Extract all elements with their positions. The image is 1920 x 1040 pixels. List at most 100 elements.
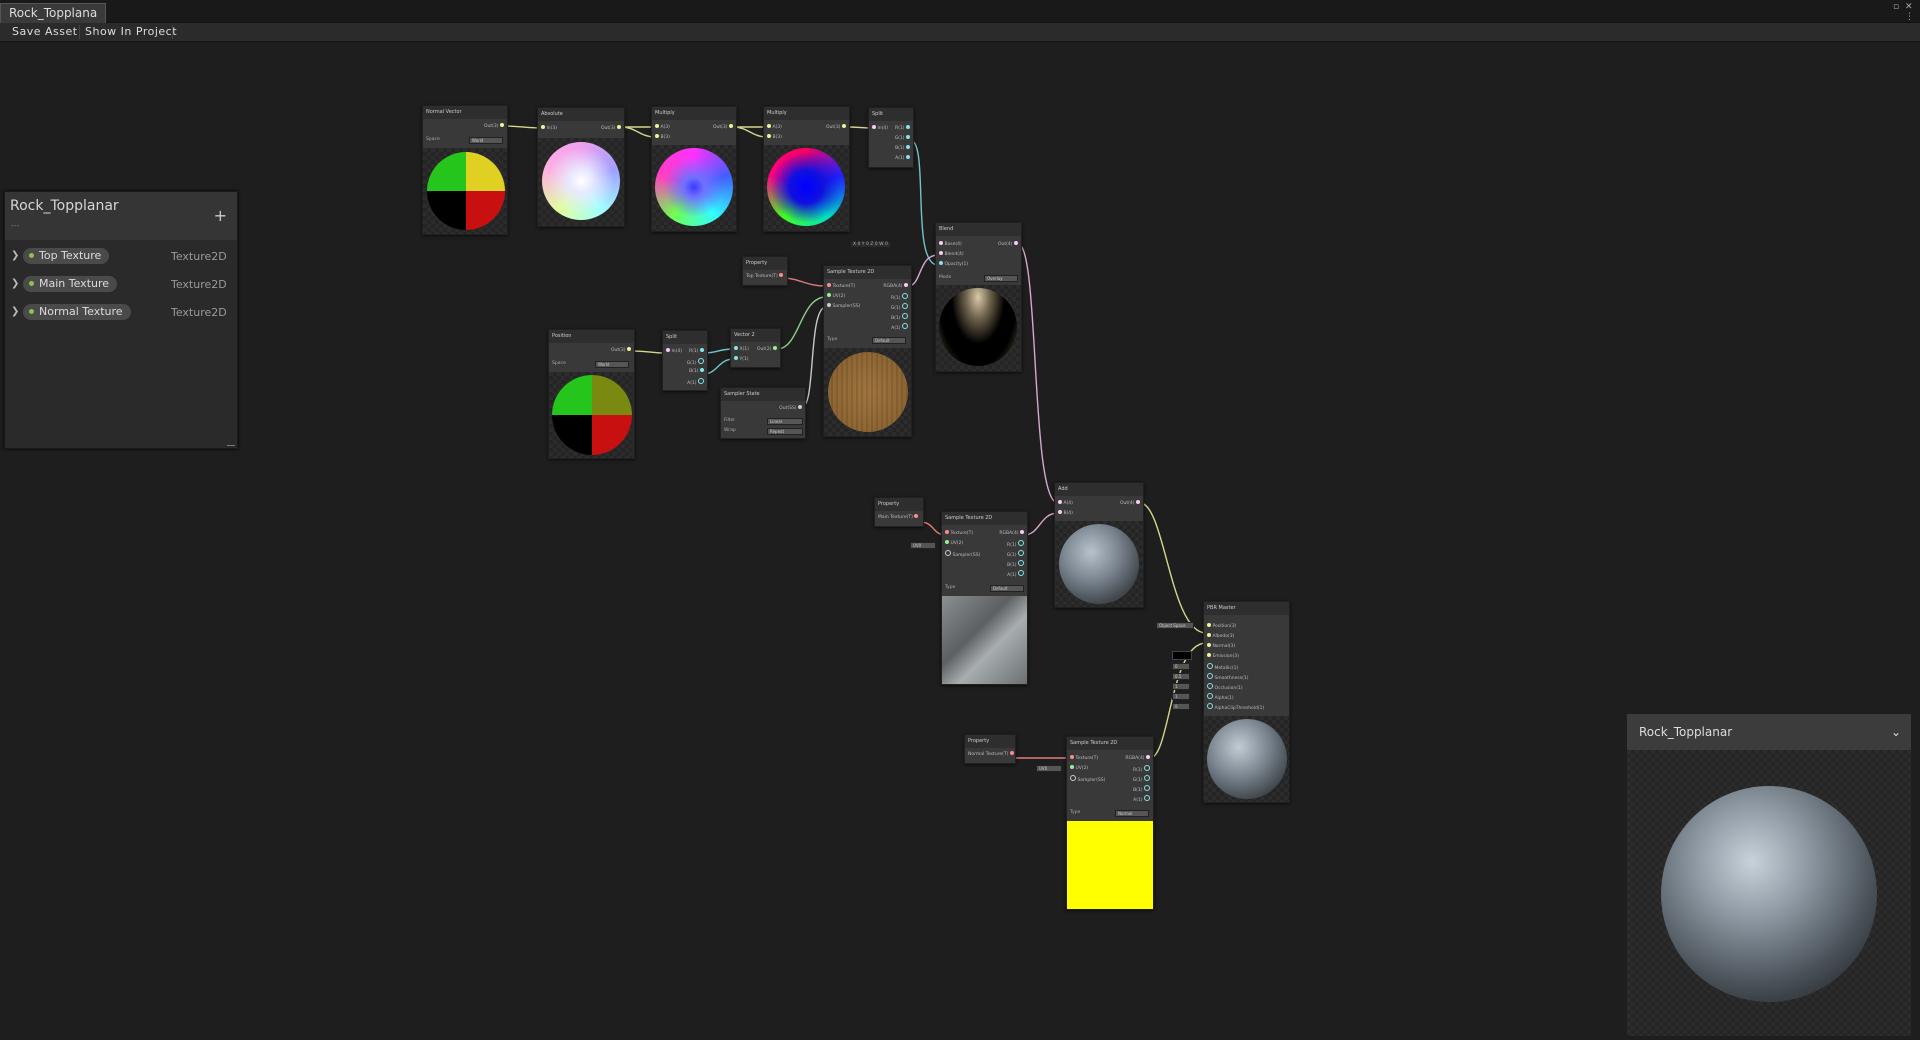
- input-port[interactable]: In(4): [666, 348, 682, 354]
- output-port-a[interactable]: A(1): [891, 323, 908, 331]
- node-pbr-master[interactable]: PBR Master Position(3) Albedo(3) Normal(…: [1203, 601, 1290, 803]
- resize-handle[interactable]: [227, 445, 235, 446]
- type-dropdown[interactable]: Default: [990, 585, 1024, 592]
- output-port-r[interactable]: R(1): [1133, 765, 1150, 773]
- output-port[interactable]: Out(3): [826, 124, 846, 130]
- expand-arrow-icon[interactable]: ❯: [11, 278, 19, 289]
- type-dropdown[interactable]: Default: [872, 337, 906, 344]
- input-port-texture[interactable]: Texture(T): [827, 283, 855, 289]
- output-port-r[interactable]: R(1): [891, 293, 908, 301]
- node-sampler-state[interactable]: Sampler State Out(SS) Filter Linear Wrap…: [720, 387, 806, 439]
- output-port-rgba[interactable]: RGBA(4): [883, 283, 908, 289]
- output-port[interactable]: Out(3): [601, 125, 621, 131]
- input-port-a[interactable]: A(3): [767, 124, 782, 130]
- input-port-a[interactable]: A(3): [655, 124, 670, 130]
- input-port-smoothness[interactable]: Smoothness(1): [1207, 673, 1248, 681]
- input-port-emission[interactable]: Emission(3): [1207, 653, 1239, 659]
- output-port-b[interactable]: B(1): [891, 313, 908, 321]
- input-port-a[interactable]: A(4): [1058, 500, 1073, 506]
- blackboard-property-row[interactable]: ❯ Main Texture Texture2D: [5, 274, 237, 300]
- node-sample-texture-normal[interactable]: Sample Texture 2D Texture(T) UV(2) Sampl…: [1066, 736, 1154, 910]
- input-port-albedo[interactable]: Albedo(3): [1207, 633, 1234, 639]
- node-property-top-texture[interactable]: Property Top Texture(T): [742, 256, 788, 286]
- node-multiply[interactable]: Multiply A(3) B(3) Out(3): [763, 106, 850, 232]
- output-port[interactable]: Out(4): [998, 241, 1018, 247]
- input-port-sampler[interactable]: Sampler(SS): [945, 550, 980, 558]
- node-sample-texture-main[interactable]: Sample Texture 2D Texture(T) UV(2) Sampl…: [941, 511, 1028, 685]
- alpha-clip-input[interactable]: 0: [1172, 703, 1190, 710]
- output-port-b[interactable]: B(1): [689, 368, 704, 374]
- output-port-g[interactable]: G(1): [1007, 550, 1024, 558]
- input-port-normal[interactable]: Normal(3): [1207, 643, 1235, 649]
- input-port-metallic[interactable]: Metallic(1): [1207, 663, 1238, 671]
- wrap-dropdown[interactable]: Repeat: [767, 428, 803, 435]
- object-space-input[interactable]: Object Space: [1156, 622, 1194, 629]
- input-port-alpha[interactable]: Alpha(1): [1207, 693, 1234, 701]
- output-port[interactable]: Out(2): [757, 346, 777, 352]
- input-port-b[interactable]: B(4): [1058, 510, 1073, 516]
- expand-arrow-icon[interactable]: ❯: [11, 250, 19, 261]
- node-absolute[interactable]: Absolute In(3) Out(3): [537, 107, 625, 227]
- input-port[interactable]: In(4): [872, 125, 888, 131]
- input-port-occlusion[interactable]: Occlusion(1): [1207, 683, 1243, 691]
- main-preview-viewport[interactable]: [1627, 750, 1911, 1036]
- output-port[interactable]: Out(3): [611, 347, 631, 353]
- blackboard-property-row[interactable]: ❯ Normal Texture Texture2D: [5, 302, 237, 328]
- emission-color-swatch[interactable]: [1172, 651, 1192, 660]
- output-port[interactable]: Out(3): [484, 123, 504, 129]
- uv-default-input[interactable]: UV0: [1036, 765, 1062, 772]
- input-port-sampler[interactable]: Sampler(SS): [1070, 775, 1105, 783]
- input-port-opacity[interactable]: Opacity(1): [939, 261, 968, 267]
- node-split[interactable]: Split In(4) R(1) G(1) B(1) A(1): [868, 107, 914, 168]
- node-normal-vector[interactable]: Normal Vector Out(3) Space World: [422, 105, 508, 235]
- output-port-r[interactable]: R(1): [1007, 540, 1024, 548]
- input-port-y[interactable]: Y(1): [734, 356, 749, 362]
- expand-arrow-icon[interactable]: ❯: [11, 306, 19, 317]
- space-dropdown[interactable]: World: [469, 137, 503, 144]
- node-property-main-texture[interactable]: Property Main Texture(T): [874, 497, 924, 527]
- output-port-a[interactable]: A(1): [895, 155, 910, 161]
- metallic-input[interactable]: 0: [1172, 663, 1190, 670]
- output-port-g[interactable]: G(1): [895, 135, 910, 141]
- add-property-icon[interactable]: +: [214, 206, 227, 225]
- input-port-uv[interactable]: UV(2): [1070, 765, 1088, 771]
- output-port-rgba[interactable]: RGBA(4): [1125, 755, 1150, 761]
- output-port-rgba[interactable]: RGBA(4): [999, 530, 1024, 536]
- property-pill[interactable]: Top Texture: [23, 248, 110, 264]
- node-vector2[interactable]: Vector 2 X(1) Y(1) Out(2): [730, 328, 781, 368]
- output-port[interactable]: Normal Texture(T): [968, 751, 1014, 757]
- input-port-position[interactable]: Position(3): [1207, 623, 1236, 629]
- input-port-uv[interactable]: UV(2): [945, 540, 963, 546]
- node-split[interactable]: Split In(4) R(1) G(1) B(1) A(1): [662, 330, 708, 391]
- smoothness-input[interactable]: 0.5: [1172, 673, 1190, 680]
- main-preview-header[interactable]: Rock_Topplanar ⌄: [1627, 714, 1911, 750]
- input-port-b[interactable]: B(3): [655, 134, 670, 140]
- property-pill[interactable]: Main Texture: [23, 276, 118, 292]
- output-port[interactable]: Out(4): [1120, 500, 1140, 506]
- output-port-b[interactable]: B(1): [895, 145, 910, 151]
- node-position[interactable]: Position Out(3) Space World: [548, 329, 635, 459]
- input-port-x[interactable]: X(1): [734, 346, 749, 352]
- output-port[interactable]: Out(3): [713, 124, 733, 130]
- output-port-a[interactable]: A(1): [1133, 795, 1150, 803]
- input-port-base[interactable]: Base(4): [939, 241, 962, 247]
- node-sample-texture-top[interactable]: Sample Texture 2D Texture(T) UV(2) Sampl…: [823, 265, 912, 437]
- input-port-uv[interactable]: UV(2): [827, 293, 845, 299]
- blackboard-property-row[interactable]: ❯ Top Texture Texture2D: [5, 246, 237, 272]
- property-pill[interactable]: Normal Texture: [23, 304, 131, 320]
- output-port[interactable]: Top Texture(T): [746, 273, 784, 279]
- input-port-texture[interactable]: Texture(T): [945, 530, 973, 536]
- output-port[interactable]: Out(SS): [779, 405, 802, 411]
- output-port-r[interactable]: R(1): [689, 348, 704, 354]
- output-port[interactable]: Main Texture(T): [878, 514, 919, 520]
- node-multiply[interactable]: Multiply A(3) B(3) Out(3): [651, 106, 737, 232]
- input-port-sampler[interactable]: Sampler(SS): [827, 303, 860, 309]
- output-port-r[interactable]: R(1): [895, 125, 910, 131]
- node-add[interactable]: Add A(4) B(4) Out(4): [1054, 482, 1144, 608]
- input-port-alpha-clip[interactable]: AlphaClipThreshold(1): [1207, 703, 1264, 711]
- filter-dropdown[interactable]: Linear: [767, 418, 803, 425]
- output-port-a[interactable]: A(1): [687, 378, 704, 386]
- blend-vector-input[interactable]: X 0 Y 0 Z 0 W 0: [851, 242, 890, 247]
- output-port-b[interactable]: B(1): [1133, 785, 1150, 793]
- node-property-normal-texture[interactable]: Property Normal Texture(T): [964, 734, 1016, 764]
